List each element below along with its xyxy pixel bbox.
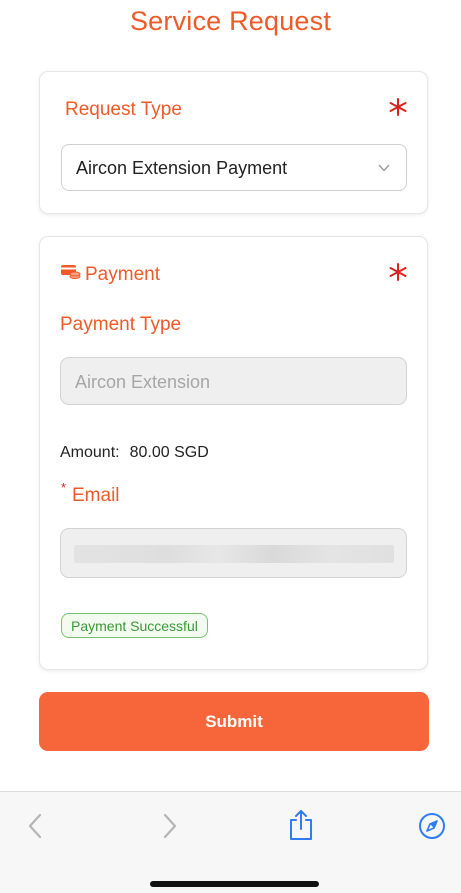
payment-section-header: Payment <box>85 264 160 285</box>
request-type-selected-value: Aircon Extension Payment <box>76 158 288 178</box>
amount-row: Amount: 80.00 SGD <box>60 444 209 462</box>
payment-card: Payment Payment Type Aircon Extension Am… <box>39 236 428 670</box>
required-asterisk-icon <box>389 98 407 116</box>
required-asterisk-icon <box>389 263 407 281</box>
submit-button[interactable]: Submit <box>39 692 429 751</box>
amount-label: Amount: <box>60 444 120 461</box>
request-type-select[interactable]: Aircon Extension Payment <box>61 144 407 191</box>
email-required-mark: * <box>61 480 67 495</box>
compass-icon[interactable] <box>418 812 446 840</box>
email-label: Email <box>72 485 120 506</box>
home-indicator <box>150 881 319 887</box>
email-field[interactable] <box>60 528 407 578</box>
browser-toolbar <box>0 791 461 893</box>
share-icon[interactable] <box>288 809 314 841</box>
payment-type-label: Payment Type <box>60 314 182 335</box>
chevron-down-icon <box>378 164 390 172</box>
amount-value: 80.00 SGD <box>129 444 209 461</box>
forward-icon[interactable] <box>162 813 178 839</box>
redacted-email-value <box>74 545 394 563</box>
request-type-label: Request Type <box>65 99 182 120</box>
request-type-card: Request Type Aircon Extension Payment <box>39 71 428 214</box>
payment-status-badge: Payment Successful <box>61 613 208 638</box>
payment-type-value: Aircon Extension <box>75 372 211 392</box>
page-title: Service Request <box>129 6 332 36</box>
payment-cards-icon <box>61 265 81 279</box>
payment-type-field: Aircon Extension <box>60 357 407 405</box>
back-icon[interactable] <box>27 813 43 839</box>
